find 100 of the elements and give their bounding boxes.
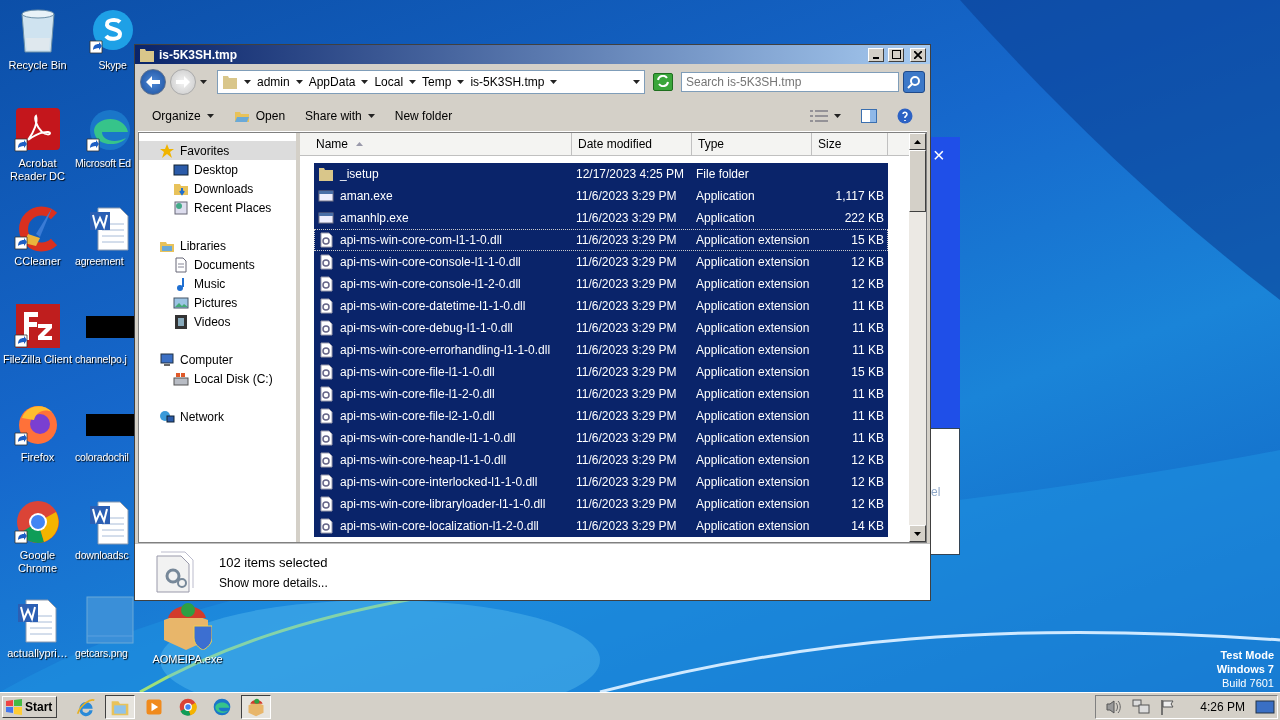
size-cell: 12 KB bbox=[851, 255, 884, 269]
column-header[interactable]: Size bbox=[812, 133, 888, 155]
breadcrumb-item[interactable]: is-5K3SH.tmp bbox=[470, 75, 545, 89]
file-name: api-ms-win-core-datetime-l1-1-0.dll bbox=[340, 299, 526, 313]
up-arrow-icon[interactable] bbox=[914, 139, 921, 144]
nav-item[interactable]: Downloads bbox=[194, 181, 254, 196]
type-cell-text: Application extension bbox=[696, 387, 811, 401]
desktop-icon-label[interactable]: CCleaner bbox=[0, 255, 75, 268]
breadcrumb-item[interactable]: admin bbox=[257, 75, 290, 89]
breadcrumb-item[interactable]: Temp bbox=[422, 75, 452, 89]
nav-item[interactable]: Libraries bbox=[139, 236, 296, 255]
close-button[interactable] bbox=[910, 47, 926, 62]
pictures-icon bbox=[173, 294, 189, 311]
down-arrow-icon[interactable] bbox=[914, 531, 921, 536]
windows-logo-icon bbox=[5, 698, 23, 715]
maximize-button[interactable] bbox=[888, 47, 904, 62]
breadcrumb-item[interactable]: AppData bbox=[308, 75, 356, 89]
date-cell-text: 11/6/2023 3:29 PM bbox=[576, 277, 678, 291]
back-button[interactable] bbox=[140, 69, 166, 95]
speaker-icon[interactable] bbox=[1106, 698, 1123, 715]
file-row[interactable]: api-ms-win-core-localization-l1-2-0.dll 11/6/2023 3:29 PM Application extension 14 KB bbox=[314, 515, 888, 537]
size-cell: 12 KB bbox=[851, 497, 884, 511]
file-row[interactable]: aman.exe 11/6/2023 3:29 PM Application 1,117 KB bbox=[314, 185, 888, 207]
file-row[interactable]: api-ms-win-core-file-l2-1-0.dll 11/6/2023 3:29 PM Application extension 11 KB bbox=[314, 405, 888, 427]
date-cell-text: 11/6/2023 3:29 PM bbox=[576, 255, 678, 269]
nav-item[interactable]: Videos bbox=[194, 314, 231, 329]
toolbar-button[interactable]: Open bbox=[225, 104, 294, 127]
nav-item[interactable]: Network bbox=[139, 407, 296, 426]
file-row[interactable]: api-ms-win-core-console-l1-1-0.dll 11/6/2023 3:29 PM Application extension 12 KB bbox=[314, 251, 888, 273]
desktop-icon-label[interactable]: channelpo.j bbox=[75, 353, 127, 366]
taskbar-button[interactable] bbox=[241, 694, 272, 719]
nav-item[interactable]: Documents bbox=[194, 257, 255, 272]
column-header[interactable]: Type bbox=[692, 133, 812, 155]
file-row[interactable]: api-ms-win-core-debug-l1-1-0.dll 11/6/2023 3:29 PM Application extension 11 KB bbox=[314, 317, 888, 339]
caret-icon bbox=[834, 113, 841, 118]
nav-item[interactable]: Local Disk (C:) bbox=[194, 371, 273, 386]
scrollbar[interactable] bbox=[909, 133, 926, 542]
file-row[interactable]: api-ms-win-core-libraryloader-l1-1-0.dll 11/6/2023 3:29 PM Application extension 12 KB bbox=[314, 493, 888, 515]
flag-icon[interactable] bbox=[1160, 698, 1177, 715]
desktop-icon-label[interactable]: agreement bbox=[75, 255, 124, 268]
taskbar-button[interactable] bbox=[105, 694, 136, 719]
file-row[interactable]: _isetup 12/17/2023 4:25 PM File folder bbox=[314, 163, 888, 185]
file-name: api-ms-win-core-handle-l1-1-0.dll bbox=[340, 431, 516, 445]
show-details-link[interactable]: Show more details... bbox=[219, 575, 328, 590]
desktop-icon-label[interactable]: coloradochil bbox=[75, 451, 129, 464]
size-cell: 11 KB bbox=[852, 387, 884, 401]
column-header[interactable]: Date modified bbox=[572, 133, 692, 155]
scrollbar-thumb[interactable] bbox=[909, 150, 926, 212]
file-row[interactable]: api-ms-win-core-handle-l1-1-0.dll 11/6/2023 3:29 PM Application extension 11 KB bbox=[314, 427, 888, 449]
breadcrumb-item[interactable]: Local bbox=[374, 75, 404, 89]
minimize-button[interactable] bbox=[868, 47, 884, 62]
address-bar[interactable]: admin AppData Local Temp is-5K3SH.tmp bbox=[217, 70, 645, 94]
nav-item[interactable]: Desktop bbox=[194, 162, 239, 177]
desktop-icon-label[interactable]: Firefox bbox=[0, 451, 75, 464]
file-row[interactable]: api-ms-win-core-com-l1-1-0.dll 11/6/2023 3:29 PM Application extension 15 KB bbox=[314, 229, 888, 251]
file-row[interactable]: api-ms-win-core-datetime-l1-1-0.dll 11/6/2023 3:29 PM Application extension 11 KB bbox=[314, 295, 888, 317]
nav-item[interactable]: Music bbox=[194, 276, 226, 291]
date-cell-text: 12/17/2023 4:25 PM bbox=[576, 167, 686, 181]
toolbar-button[interactable]: Share with bbox=[297, 105, 383, 126]
desktop-icon bbox=[173, 161, 189, 178]
start-button[interactable]: Start bbox=[2, 695, 58, 718]
search-field[interactable]: Search is-5K3SH.tmp bbox=[681, 72, 899, 92]
file-name: api-ms-win-core-errorhandling-l1-1-0.dll bbox=[340, 343, 551, 357]
show-desktop-icon[interactable] bbox=[1255, 698, 1275, 715]
desktop-icon-label[interactable]: Acrobat Reader DC bbox=[0, 157, 75, 183]
desktop-icon-label[interactable]: downloadsc bbox=[75, 549, 129, 562]
file-row[interactable]: api-ms-win-core-errorhandling-l1-1-0.dll 11/6/2023 3:29 PM Application extension 11 KB bbox=[314, 339, 888, 361]
toolbar-button[interactable]: Organize bbox=[144, 105, 222, 126]
refresh-button[interactable] bbox=[653, 73, 673, 91]
file-row[interactable]: api-ms-win-core-file-l1-1-0.dll 11/6/2023 3:29 PM Application extension 15 KB bbox=[314, 361, 888, 383]
network-icon[interactable] bbox=[1132, 698, 1151, 715]
column-header[interactable]: Name bbox=[300, 133, 572, 155]
desktop-icon-label[interactable]: getcars.png bbox=[75, 647, 128, 660]
caret-icon bbox=[295, 80, 303, 84]
nav-item[interactable]: Favorites bbox=[139, 141, 296, 160]
date-cell-text: 11/6/2023 3:29 PM bbox=[576, 321, 678, 335]
desktop-icon-label[interactable]: Recycle Bin bbox=[0, 59, 75, 72]
desktop-icon-label[interactable]: actuallypri… bbox=[0, 647, 75, 660]
file-row[interactable]: api-ms-win-core-file-l1-2-0.dll 11/6/2023 3:29 PM Application extension 11 KB bbox=[314, 383, 888, 405]
file-row[interactable]: api-ms-win-core-console-l1-2-0.dll 11/6/2023 3:29 PM Application extension 12 KB bbox=[314, 273, 888, 295]
date-cell-text: 11/6/2023 3:29 PM bbox=[576, 343, 678, 357]
nav-item[interactable]: Pictures bbox=[194, 295, 238, 310]
desktop-icon-label[interactable]: Skype bbox=[98, 59, 127, 72]
size-cell: 15 KB bbox=[851, 233, 884, 247]
search-button[interactable] bbox=[903, 71, 925, 93]
file-row[interactable]: api-ms-win-core-interlocked-l1-1-0.dll 11/6/2023 3:29 PM Application extension 12 KB bbox=[314, 471, 888, 493]
desktop-icon-label[interactable]: FileZilla Client bbox=[0, 353, 75, 366]
file-row[interactable]: api-ms-win-core-heap-l1-1-0.dll 11/6/2023 3:29 PM Application extension 12 KB bbox=[314, 449, 888, 471]
desktop-icon-label[interactable]: Google Chrome bbox=[0, 549, 75, 575]
date-cell-text: 11/6/2023 3:29 PM bbox=[576, 233, 678, 247]
clock[interactable]: 4:26 PM bbox=[1200, 699, 1245, 714]
nav-item[interactable]: Recent Places bbox=[194, 200, 272, 215]
selection-summary: 102 items selected bbox=[219, 554, 328, 570]
file-row[interactable]: amanhlp.exe 11/6/2023 3:29 PM Application 222 KB bbox=[314, 207, 888, 229]
desktop-icon-label[interactable]: Microsoft Ed bbox=[75, 157, 131, 170]
file-name: api-ms-win-core-heap-l1-1-0.dll bbox=[340, 453, 507, 467]
close-icon[interactable]: × bbox=[930, 137, 945, 165]
date-cell-text: 11/6/2023 3:29 PM bbox=[576, 431, 678, 445]
nav-item[interactable]: Computer bbox=[139, 350, 296, 369]
toolbar-button[interactable]: New folder bbox=[386, 105, 461, 126]
